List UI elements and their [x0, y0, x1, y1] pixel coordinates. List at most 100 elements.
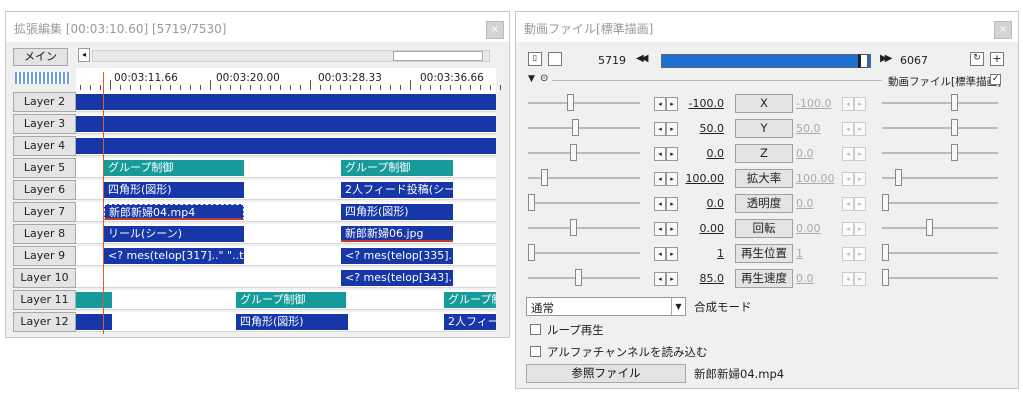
- timeline-clip[interactable]: 2人フィード投稿(シーン): [341, 182, 453, 198]
- scene-button[interactable]: メイン: [13, 48, 68, 66]
- blend-mode-select[interactable]: 通常 ▼: [526, 297, 686, 316]
- refresh-icon[interactable]: ↻: [970, 52, 984, 66]
- param-slider-right[interactable]: [882, 93, 998, 113]
- timeline-clip[interactable]: グループ制御: [341, 160, 453, 176]
- slider-knob[interactable]: [895, 169, 902, 186]
- arrow-left-icon[interactable]: ◂: [654, 247, 666, 261]
- arrow-left-icon[interactable]: ◂: [654, 172, 666, 186]
- param-arrows-right[interactable]: ◂ ▸: [842, 171, 868, 186]
- param-name-button[interactable]: X: [735, 94, 793, 113]
- arrow-left-icon[interactable]: ◂: [842, 197, 854, 211]
- param-slider-right[interactable]: [882, 118, 998, 138]
- playback-progress-bar[interactable]: [661, 54, 871, 68]
- param-arrows-left[interactable]: ◂ ▸: [654, 221, 680, 236]
- playhead-cursor[interactable]: [103, 72, 104, 334]
- param-arrows-left[interactable]: ◂ ▸: [654, 146, 680, 161]
- alpha-checkbox[interactable]: [530, 346, 541, 357]
- param-value-right[interactable]: 0.0: [796, 147, 830, 160]
- timeline-clip[interactable]: 四角形(図形): [236, 314, 348, 330]
- video-close-button[interactable]: ×: [994, 21, 1012, 39]
- arrow-right-icon[interactable]: ▸: [666, 247, 678, 261]
- layer-track[interactable]: [76, 136, 496, 156]
- param-slider-left[interactable]: [528, 243, 640, 263]
- param-value-left[interactable]: 0.0: [684, 197, 725, 210]
- slider-knob[interactable]: [951, 144, 958, 161]
- param-name-button[interactable]: 拡大率: [735, 169, 793, 188]
- layer-track[interactable]: グループ制御 グループ制御: [76, 158, 496, 178]
- slider-knob[interactable]: [570, 219, 577, 236]
- layer-track[interactable]: <? mes(telop[317].." "..telop <? mes(tel…: [76, 246, 496, 266]
- timeline-clip[interactable]: <? mes(telop[317].." "..telop: [104, 248, 244, 264]
- timeline-clip[interactable]: グループ制御: [236, 292, 346, 308]
- arrow-right-icon[interactable]: ▸: [854, 197, 866, 211]
- param-arrows-right[interactable]: ◂ ▸: [842, 221, 868, 236]
- arrow-left-icon[interactable]: ◂: [654, 147, 666, 161]
- param-arrows-left[interactable]: ◂ ▸: [654, 121, 680, 136]
- arrow-right-icon[interactable]: ▸: [666, 147, 678, 161]
- timeline-clip[interactable]: 四角形(図形): [104, 182, 244, 198]
- param-name-button[interactable]: 再生速度: [735, 269, 793, 288]
- layer-label[interactable]: Layer 11: [13, 290, 76, 310]
- zoom-level-icon[interactable]: [15, 72, 70, 84]
- slider-knob[interactable]: [926, 219, 933, 236]
- param-arrows-left[interactable]: ◂ ▸: [654, 196, 680, 211]
- param-arrows-left[interactable]: ◂ ▸: [654, 271, 680, 286]
- param-value-right[interactable]: 0.0: [796, 197, 830, 210]
- layer-track[interactable]: [76, 114, 496, 134]
- arrow-right-icon[interactable]: ▸: [854, 172, 866, 186]
- layer-label[interactable]: Layer 6: [13, 180, 76, 200]
- param-value-right[interactable]: 50.0: [796, 122, 830, 135]
- layer-track[interactable]: リール(シーン) 新郎新婦06.jpg: [76, 224, 496, 244]
- arrow-right-icon[interactable]: ▸: [666, 272, 678, 286]
- layer-track[interactable]: 新郎新婦04.mp4 四角形(図形): [76, 202, 496, 222]
- slider-knob[interactable]: [951, 119, 958, 136]
- arrow-right-icon[interactable]: ▸: [854, 122, 866, 136]
- slider-knob[interactable]: [541, 169, 548, 186]
- param-arrows-left[interactable]: ◂ ▸: [654, 246, 680, 261]
- layer-track[interactable]: グループ制御 グループ制御: [76, 290, 496, 310]
- arrow-right-icon[interactable]: ▸: [854, 222, 866, 236]
- param-name-button[interactable]: 再生位置: [735, 244, 793, 263]
- prev-keyframe-button[interactable]: ◀◀: [636, 53, 649, 64]
- arrow-right-icon[interactable]: ▸: [666, 197, 678, 211]
- timeline-clip[interactable]: <? mes(telop[335]..": [341, 248, 453, 264]
- reference-file-button[interactable]: 参照ファイル: [526, 364, 686, 383]
- arrow-left-icon[interactable]: ◂: [842, 97, 854, 111]
- collapse-triangle-icon[interactable]: ▼: [528, 74, 535, 84]
- layer-track[interactable]: 四角形(図形) 2人フィード: [76, 312, 496, 332]
- arrow-left-icon[interactable]: ◂: [654, 272, 666, 286]
- timeline-close-button[interactable]: ×: [486, 21, 504, 39]
- param-value-left[interactable]: 0.00: [684, 222, 725, 235]
- slider-knob[interactable]: [570, 144, 577, 161]
- timeline-clip[interactable]: グループ制御: [444, 292, 496, 308]
- param-slider-right[interactable]: [882, 243, 998, 263]
- slider-knob[interactable]: [528, 244, 535, 261]
- param-arrows-right[interactable]: ◂ ▸: [842, 96, 868, 111]
- timeline-clip[interactable]: 2人フィード: [444, 314, 496, 330]
- param-value-left[interactable]: 1: [684, 247, 724, 260]
- param-slider-right[interactable]: [882, 193, 998, 213]
- param-name-button[interactable]: Z: [735, 144, 793, 163]
- slider-knob[interactable]: [528, 194, 535, 211]
- selected-clip[interactable]: 新郎新婦04.mp4: [104, 204, 244, 220]
- param-slider-left[interactable]: [528, 168, 640, 188]
- layer-label[interactable]: Layer 9: [13, 246, 76, 266]
- timeline-clip[interactable]: [76, 292, 112, 308]
- arrow-left-icon[interactable]: ◂: [654, 122, 666, 136]
- param-arrows-right[interactable]: ◂ ▸: [842, 271, 868, 286]
- layer-track[interactable]: [76, 92, 496, 112]
- arrow-right-icon[interactable]: ▸: [666, 222, 678, 236]
- arrow-left-icon[interactable]: ◂: [654, 197, 666, 211]
- param-arrows-left[interactable]: ◂ ▸: [654, 96, 680, 111]
- loop-checkbox[interactable]: [530, 324, 541, 335]
- timeline-clip[interactable]: [76, 116, 496, 132]
- param-name-button[interactable]: 回転: [735, 219, 793, 238]
- playback-thumb[interactable]: [857, 54, 868, 68]
- slider-knob[interactable]: [882, 269, 889, 286]
- arrow-right-icon[interactable]: ▸: [666, 97, 678, 111]
- layer-label[interactable]: Layer 5: [13, 158, 76, 178]
- param-slider-right[interactable]: [882, 168, 998, 188]
- arrow-left-icon[interactable]: ◂: [842, 222, 854, 236]
- chevron-down-icon[interactable]: ▼: [671, 298, 685, 315]
- param-arrows-right[interactable]: ◂ ▸: [842, 146, 868, 161]
